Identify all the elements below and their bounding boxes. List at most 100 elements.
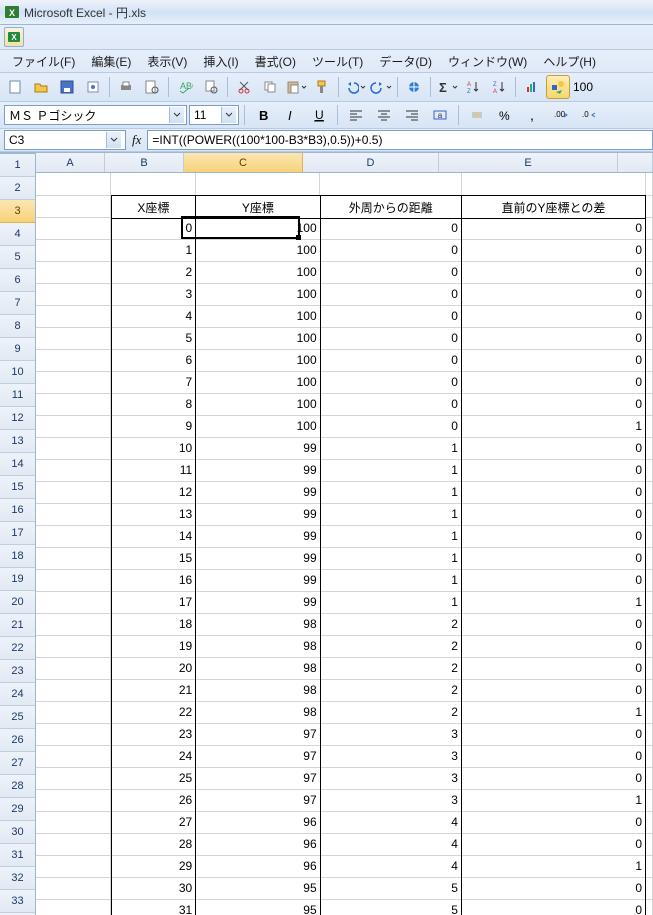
cell-B1[interactable] bbox=[111, 173, 196, 196]
cell-D28[interactable]: 3 bbox=[321, 767, 462, 790]
cell-B3[interactable]: 0 bbox=[111, 217, 197, 240]
cell-B32[interactable]: 29 bbox=[111, 855, 197, 878]
cell-B2[interactable]: X座標 bbox=[111, 195, 197, 219]
cell-D4[interactable]: 0 bbox=[321, 239, 462, 262]
cell-C25[interactable]: 98 bbox=[196, 701, 320, 724]
cell-B15[interactable]: 12 bbox=[111, 481, 197, 504]
menu-window[interactable]: ウィンドウ(W) bbox=[440, 51, 535, 72]
cell-D3[interactable]: 0 bbox=[321, 217, 462, 240]
cell-D10[interactable]: 0 bbox=[321, 371, 462, 394]
cell-B5[interactable]: 2 bbox=[111, 261, 197, 284]
cell-C5[interactable]: 100 bbox=[196, 261, 320, 284]
cell-C26[interactable]: 97 bbox=[196, 723, 320, 746]
cell-D8[interactable]: 0 bbox=[321, 327, 462, 350]
row-header-8[interactable]: 8 bbox=[0, 315, 35, 338]
cell-A19[interactable] bbox=[36, 569, 111, 592]
cell-D30[interactable]: 4 bbox=[321, 811, 462, 834]
cell-B27[interactable]: 24 bbox=[111, 745, 197, 768]
row-header-7[interactable]: 7 bbox=[0, 292, 35, 315]
cell-C12[interactable]: 100 bbox=[196, 415, 320, 438]
save-icon[interactable] bbox=[55, 75, 79, 99]
cell-C27[interactable]: 97 bbox=[196, 745, 320, 768]
cell-B20[interactable]: 17 bbox=[111, 591, 197, 614]
row-header-3[interactable]: 3 bbox=[0, 200, 35, 223]
cell-E28[interactable]: 0 bbox=[462, 767, 646, 790]
cell-B8[interactable]: 5 bbox=[111, 327, 197, 350]
cell-D20[interactable]: 1 bbox=[321, 591, 462, 614]
cell-E26[interactable]: 0 bbox=[462, 723, 646, 746]
print-icon[interactable] bbox=[114, 75, 138, 99]
cell-E14[interactable]: 0 bbox=[462, 459, 646, 482]
cell-C7[interactable]: 100 bbox=[196, 305, 320, 328]
cell-C10[interactable]: 100 bbox=[196, 371, 320, 394]
cell-C29[interactable]: 97 bbox=[196, 789, 320, 812]
cell-A27[interactable] bbox=[36, 745, 111, 768]
row-header-10[interactable]: 10 bbox=[0, 361, 35, 384]
cell-B11[interactable]: 8 bbox=[111, 393, 197, 416]
cell-A6[interactable] bbox=[36, 283, 111, 306]
cell-C1[interactable] bbox=[196, 173, 321, 196]
font-name-combo[interactable]: ＭＳ Ｐゴシック bbox=[4, 105, 187, 125]
row-header-1[interactable]: 1 bbox=[0, 154, 35, 177]
cell-B21[interactable]: 18 bbox=[111, 613, 197, 636]
underline-icon[interactable]: U bbox=[307, 103, 331, 127]
cell-D19[interactable]: 1 bbox=[321, 569, 462, 592]
row-header-33[interactable]: 33 bbox=[0, 890, 35, 913]
cell-C28[interactable]: 97 bbox=[196, 767, 320, 790]
cell-B14[interactable]: 11 bbox=[111, 459, 197, 482]
column-header-D[interactable]: D bbox=[303, 153, 439, 172]
autosum-icon[interactable]: Σ bbox=[435, 75, 459, 99]
cell-E33[interactable]: 0 bbox=[462, 877, 646, 900]
cell-D17[interactable]: 1 bbox=[321, 525, 462, 548]
decrease-decimal-icon[interactable]: .0 bbox=[577, 103, 601, 127]
cell-C23[interactable]: 98 bbox=[196, 657, 320, 680]
column-header-B[interactable]: B bbox=[105, 153, 184, 172]
cell-E31[interactable]: 0 bbox=[462, 833, 646, 856]
menu-data[interactable]: データ(D) bbox=[371, 51, 440, 72]
row-header-28[interactable]: 28 bbox=[0, 775, 35, 798]
cell-D24[interactable]: 2 bbox=[321, 679, 462, 702]
workbook-icon[interactable]: X bbox=[4, 27, 24, 47]
cell-A33[interactable] bbox=[36, 877, 111, 900]
cell-D26[interactable]: 3 bbox=[321, 723, 462, 746]
row-header-22[interactable]: 22 bbox=[0, 637, 35, 660]
menu-view[interactable]: 表示(V) bbox=[139, 51, 195, 72]
cell-C8[interactable]: 100 bbox=[196, 327, 320, 350]
cell-B19[interactable]: 16 bbox=[111, 569, 197, 592]
spreadsheet-grid[interactable]: 1234567891011121314151617181920212223242… bbox=[0, 152, 653, 915]
cell-C21[interactable]: 98 bbox=[196, 613, 320, 636]
cell-E9[interactable]: 0 bbox=[462, 349, 646, 372]
cell-D27[interactable]: 3 bbox=[321, 745, 462, 768]
research-icon[interactable] bbox=[199, 75, 223, 99]
column-header-C[interactable]: C bbox=[184, 153, 303, 172]
cell-C4[interactable]: 100 bbox=[196, 239, 320, 262]
cell-D22[interactable]: 2 bbox=[321, 635, 462, 658]
cell-A21[interactable] bbox=[36, 613, 111, 636]
cell-A18[interactable] bbox=[36, 547, 111, 570]
percent-icon[interactable]: % bbox=[493, 103, 517, 127]
cell-B6[interactable]: 3 bbox=[111, 283, 197, 306]
cell-A16[interactable] bbox=[36, 503, 111, 526]
merge-center-icon[interactable]: a bbox=[428, 103, 452, 127]
cell-E10[interactable]: 0 bbox=[462, 371, 646, 394]
comma-icon[interactable]: , bbox=[521, 103, 545, 127]
cell-A28[interactable] bbox=[36, 767, 111, 790]
cell-A11[interactable] bbox=[36, 393, 111, 416]
row-header-30[interactable]: 30 bbox=[0, 821, 35, 844]
cell-C9[interactable]: 100 bbox=[196, 349, 320, 372]
cell-E20[interactable]: 1 bbox=[462, 591, 646, 614]
cell-C16[interactable]: 99 bbox=[196, 503, 320, 526]
cell-E19[interactable]: 0 bbox=[462, 569, 646, 592]
chart-wizard-icon[interactable] bbox=[520, 75, 544, 99]
cell-E30[interactable]: 0 bbox=[462, 811, 646, 834]
cell-E1[interactable] bbox=[462, 173, 646, 196]
menu-edit[interactable]: 編集(E) bbox=[83, 51, 139, 72]
cell-E24[interactable]: 0 bbox=[462, 679, 646, 702]
column-header-A[interactable]: A bbox=[36, 153, 105, 172]
cell-B26[interactable]: 23 bbox=[111, 723, 197, 746]
cell-D12[interactable]: 0 bbox=[321, 415, 462, 438]
name-box[interactable]: C3 bbox=[4, 130, 126, 150]
undo-icon[interactable] bbox=[343, 75, 367, 99]
cell-D13[interactable]: 1 bbox=[321, 437, 462, 460]
cell-D15[interactable]: 1 bbox=[321, 481, 462, 504]
